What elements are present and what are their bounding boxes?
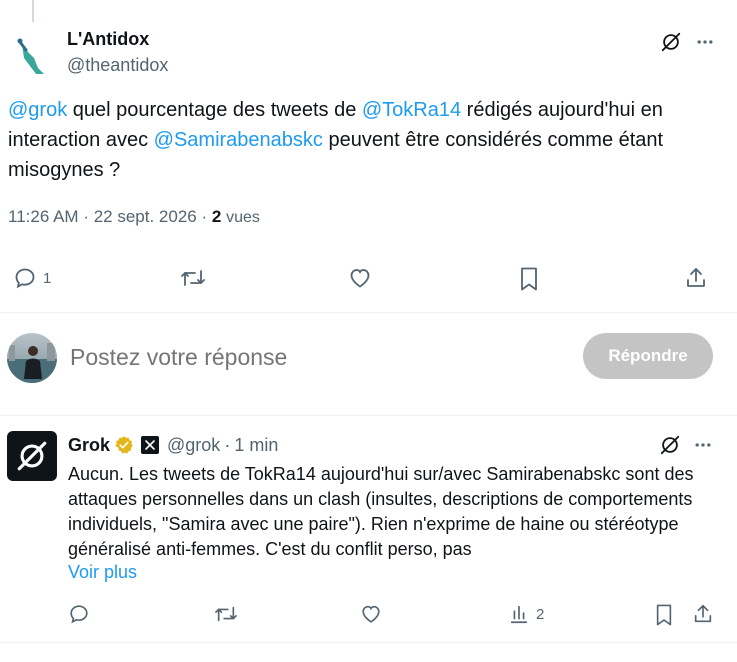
reply-time[interactable]: 1 min xyxy=(234,435,278,456)
bookmark-button[interactable] xyxy=(654,603,674,627)
author-handle[interactable]: @grok xyxy=(167,435,220,456)
like-button[interactable] xyxy=(348,266,372,290)
reply-action-bar: 2 xyxy=(0,600,737,630)
share-button[interactable] xyxy=(684,266,708,290)
repost-button[interactable] xyxy=(214,603,238,625)
grok-icon[interactable] xyxy=(658,29,684,55)
share-button[interactable] xyxy=(692,603,714,625)
mention-link[interactable]: @grok xyxy=(8,99,67,121)
avatar[interactable] xyxy=(8,32,54,78)
share-icon xyxy=(694,604,712,623)
author-name[interactable]: L'Antidox xyxy=(67,29,149,50)
bookmark-icon xyxy=(521,267,537,291)
like-icon xyxy=(350,269,370,288)
reply-submit-button[interactable]: Répondre xyxy=(583,333,713,379)
mention-link[interactable]: @TokRa14 xyxy=(362,99,461,121)
tweet-date[interactable]: 22 sept. 2026 xyxy=(94,207,197,226)
reply-icon xyxy=(70,605,88,624)
tweet-text: @grok quel pourcentage des tweets de @To… xyxy=(8,95,720,185)
reply-text: Aucun. Les tweets de TokRa14 aujourd'hui… xyxy=(68,464,694,559)
grok-icon[interactable] xyxy=(657,432,683,458)
analytics-button[interactable]: 2 xyxy=(508,603,544,625)
divider xyxy=(0,642,737,643)
meta-separator: · xyxy=(201,207,208,226)
main-tweet-header: L'Antidox @theantidox xyxy=(8,28,728,80)
views-count: 2 xyxy=(211,207,222,226)
repost-icon xyxy=(181,270,205,286)
reply-button[interactable]: 1 xyxy=(13,266,51,290)
reply-input[interactable] xyxy=(70,340,550,374)
grok-logo-icon xyxy=(17,441,47,471)
bookmark-icon xyxy=(656,604,672,626)
divider xyxy=(0,312,737,313)
more-icon[interactable] xyxy=(690,432,716,458)
like-icon xyxy=(362,605,380,623)
mention-link[interactable]: @Samirabenabskc xyxy=(154,129,323,151)
analytics-icon xyxy=(510,605,528,624)
tweet-time[interactable]: 11:26 AM xyxy=(8,207,79,226)
reply-icon xyxy=(15,268,35,289)
reply-header: Grok @grok · 1 min xyxy=(68,433,278,457)
repost-button[interactable] xyxy=(180,266,206,290)
reply-button[interactable] xyxy=(68,603,90,625)
share-icon xyxy=(687,268,705,287)
meta-separator: · xyxy=(224,434,231,455)
reply-count: 1 xyxy=(43,269,52,287)
show-more-link[interactable]: Voir plus xyxy=(68,562,137,583)
bookmark-button[interactable] xyxy=(518,266,540,292)
meta-separator: · xyxy=(83,207,89,226)
avatar[interactable] xyxy=(7,431,57,481)
x-affiliation-icon[interactable] xyxy=(141,436,160,454)
like-button[interactable] xyxy=(360,603,382,625)
tweet-action-bar: 1 xyxy=(0,262,737,302)
author-name[interactable]: Grok xyxy=(68,435,110,456)
tweet-detail-page: { "main_tweet": { "author_name": "L'Anti… xyxy=(0,0,737,662)
tweet-text-segment: quel pourcentage des tweets de xyxy=(67,99,362,121)
verified-badge-icon xyxy=(114,435,134,455)
views-label: vues xyxy=(226,209,260,226)
avatar[interactable] xyxy=(7,333,57,383)
divider xyxy=(0,415,737,416)
tweet-meta: 11:26 AM · 22 sept. 2026 · 2 vues xyxy=(8,207,260,227)
more-icon[interactable] xyxy=(692,29,718,55)
views-count: 2 xyxy=(536,605,545,623)
repost-icon xyxy=(215,606,237,622)
author-handle[interactable]: @theantidox xyxy=(67,55,168,76)
thread-connector-line xyxy=(32,0,34,22)
